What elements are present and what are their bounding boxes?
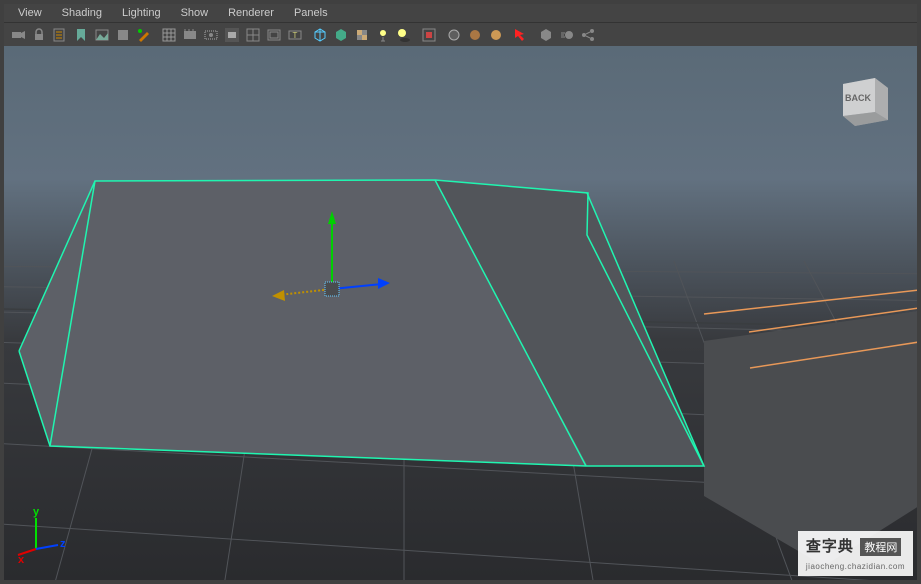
motion-blur-icon[interactable]	[557, 25, 577, 45]
selection-highlight-icon[interactable]	[511, 25, 531, 45]
share-icon[interactable]	[578, 25, 598, 45]
use-all-lights-icon[interactable]	[373, 25, 393, 45]
bookmarks-icon[interactable]	[71, 25, 91, 45]
image-plane-icon[interactable]	[92, 25, 112, 45]
menu-renderer[interactable]: Renderer	[218, 5, 284, 21]
viewcube-face-label: BACK	[845, 93, 871, 103]
textured-icon[interactable]	[352, 25, 372, 45]
viewport[interactable]: BACK y x z 查字典 教程网 jiaocheng.chazidian.c…	[4, 46, 917, 580]
panel-toolbar: T	[4, 22, 917, 46]
svg-text:z: z	[60, 538, 66, 550]
smooth-shade-icon[interactable]	[331, 25, 351, 45]
xray-active-icon[interactable]	[486, 25, 506, 45]
safe-action-icon[interactable]	[264, 25, 284, 45]
xray-icon[interactable]	[444, 25, 464, 45]
watermark: 查字典 教程网 jiaocheng.chazidian.com	[798, 531, 913, 576]
panel-menubar: View Shading Lighting Show Renderer Pane…	[4, 4, 917, 22]
select-camera-icon[interactable]	[8, 25, 28, 45]
menu-lighting[interactable]: Lighting	[112, 5, 171, 21]
watermark-url: jiaocheng.chazidian.com	[806, 562, 905, 571]
viewport-renderer-icon[interactable]	[536, 25, 556, 45]
shadows-icon[interactable]	[394, 25, 414, 45]
svg-text:T: T	[293, 31, 298, 40]
svg-text:x: x	[18, 554, 25, 563]
camera-attributes-icon[interactable]	[50, 25, 70, 45]
menu-show[interactable]: Show	[171, 5, 219, 21]
2d-plane-icon[interactable]	[113, 25, 133, 45]
svg-text:y: y	[33, 506, 40, 518]
maya-panel: View Shading Lighting Show Renderer Pane…	[0, 0, 921, 584]
watermark-text: 查字典	[806, 538, 854, 555]
grease-pencil-icon[interactable]	[134, 25, 154, 45]
field-chart-icon[interactable]	[243, 25, 263, 45]
axis-indicator: y x z	[16, 503, 76, 568]
viewcube[interactable]: BACK	[833, 70, 893, 130]
xray-joints-icon[interactable]	[465, 25, 485, 45]
resolution-gate-icon[interactable]	[201, 25, 221, 45]
gate-mask-icon[interactable]	[222, 25, 242, 45]
isolate-select-icon[interactable]	[419, 25, 439, 45]
watermark-tag: 教程网	[860, 538, 901, 556]
grid-icon[interactable]	[159, 25, 179, 45]
menu-shading[interactable]: Shading	[52, 5, 112, 21]
safe-title-icon[interactable]: T	[285, 25, 305, 45]
menu-panels[interactable]: Panels	[284, 5, 338, 21]
manipulator-gizmo[interactable]	[4, 46, 917, 580]
menu-view[interactable]: View	[8, 5, 52, 21]
film-gate-icon[interactable]	[180, 25, 200, 45]
wireframe-icon[interactable]	[310, 25, 330, 45]
lock-camera-icon[interactable]	[29, 25, 49, 45]
